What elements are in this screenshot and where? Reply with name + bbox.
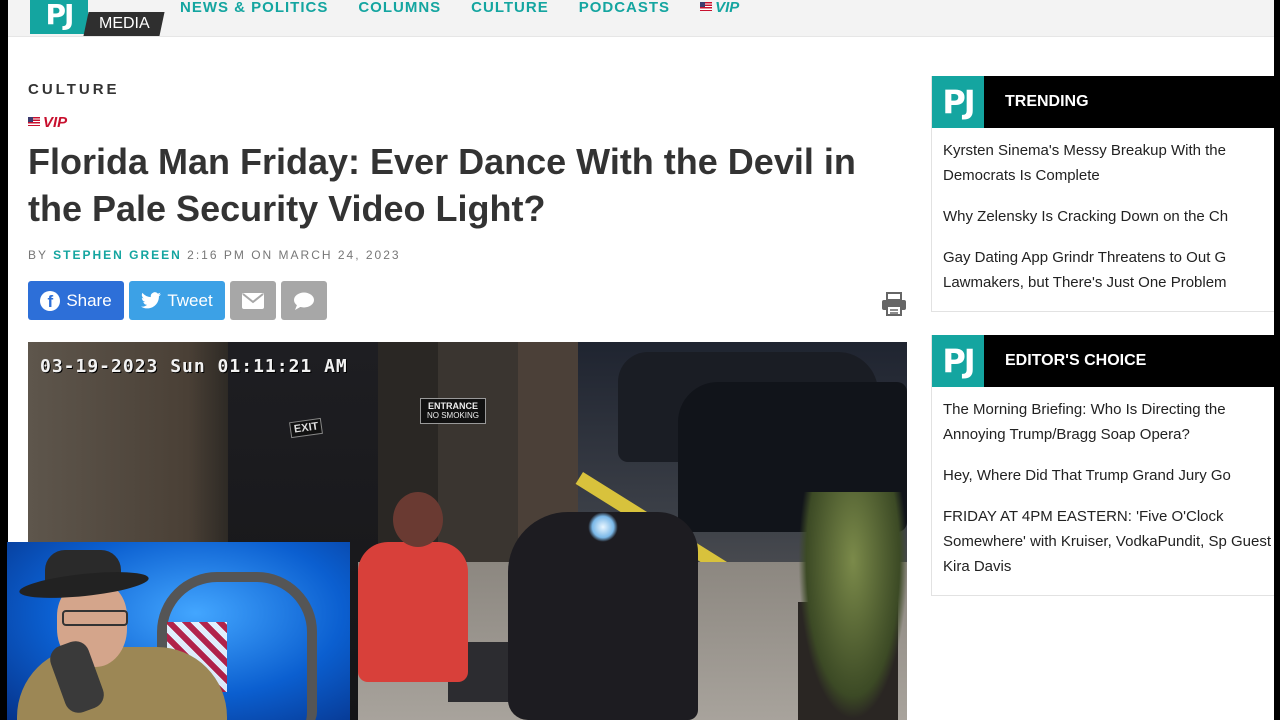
article-category[interactable]: CULTURE <box>28 81 120 98</box>
nav-item-podcasts[interactable]: PODCASTS <box>579 0 670 16</box>
trending-item[interactable]: Kyrsten Sinema's Messy Breakup With the … <box>943 138 1274 188</box>
nav-item-columns[interactable]: COLUMNS <box>358 0 441 16</box>
facebook-share-button[interactable]: f Share <box>28 281 124 320</box>
video-person-red <box>358 492 488 720</box>
editors-choice-header: PJ EDITOR'S CHOICE <box>932 335 1274 387</box>
flag-icon <box>28 117 40 126</box>
author-link[interactable]: STEPHEN GREEN <box>53 248 182 262</box>
editors-choice-item[interactable]: Hey, Where Did That Trump Grand Jury Go <box>943 463 1274 488</box>
video-timestamp: 03-19-2023 Sun 01:11:21 AM <box>40 356 348 377</box>
video-red-shirt <box>358 542 468 682</box>
video-light-flare <box>588 512 618 542</box>
byline: BY STEPHEN GREEN 2:16 PM ON MARCH 24, 20… <box>28 248 401 262</box>
trending-item[interactable]: Gay Dating App Grindr Threatens to Out G… <box>943 245 1274 295</box>
editors-choice-title: EDITOR'S CHOICE <box>1005 352 1147 369</box>
twitter-share-button[interactable]: Tweet <box>129 281 225 320</box>
publish-time: 2:16 PM ON MARCH 24, 2023 <box>187 248 401 262</box>
video-head <box>393 492 443 547</box>
editors-choice-list: The Morning Briefing: Who Is Directing t… <box>932 387 1274 595</box>
editors-choice-logo: PJ <box>932 335 984 387</box>
vip-badge-label: VIP <box>43 114 68 131</box>
email-share-button[interactable] <box>230 281 276 320</box>
comment-icon <box>294 292 314 310</box>
comment-button[interactable] <box>281 281 327 320</box>
video-person-dark <box>508 512 698 720</box>
trending-logo: PJ <box>932 76 984 128</box>
trending-title: TRENDING <box>1005 93 1089 110</box>
logo-pj: PJ <box>30 0 88 34</box>
editors-choice-item[interactable]: The Morning Briefing: Who Is Directing t… <box>943 397 1274 447</box>
trending-header: PJ TRENDING <box>932 76 1274 128</box>
article-headline: Florida Man Friday: Ever Dance With the … <box>28 141 856 229</box>
email-icon <box>242 292 264 309</box>
nav-item-culture[interactable]: CULTURE <box>471 0 549 16</box>
twitter-icon <box>141 292 162 309</box>
no-smoking-text: NO SMOKING <box>426 411 479 420</box>
byline-by: BY <box>28 248 48 262</box>
editors-choice-item[interactable]: FRIDAY AT 4PM EASTERN: 'Five O'Clock Som… <box>943 504 1274 579</box>
print-icon[interactable] <box>881 291 907 317</box>
main-nav: NEWS & POLITICS COLUMNS CULTURE PODCASTS… <box>180 0 739 16</box>
video-plant <box>798 492 907 720</box>
logo-media-text: MEDIA <box>98 15 150 32</box>
nav-vip-label: VIP <box>715 0 740 16</box>
webcam-glasses <box>62 610 128 626</box>
twitter-share-label: Tweet <box>167 290 213 310</box>
share-bar: f Share Tweet <box>28 281 327 320</box>
vip-badge[interactable]: VIP <box>28 114 67 131</box>
nav-item-vip[interactable]: VIP <box>700 0 739 16</box>
entrance-sign: ENTRANCE NO SMOKING <box>420 398 486 424</box>
entrance-sign-title: ENTRANCE <box>427 401 478 411</box>
webcam-overlay <box>7 542 350 720</box>
flag-icon <box>700 2 713 11</box>
trending-widget: PJ TRENDING Kyrsten Sinema's Messy Break… <box>931 76 1274 312</box>
nav-item-news-politics[interactable]: NEWS & POLITICS <box>180 0 328 16</box>
trending-item[interactable]: Why Zelensky Is Cracking Down on the Ch <box>943 204 1274 229</box>
top-nav-bar: PJ MEDIA NEWS & POLITICS COLUMNS CULTURE… <box>8 0 1274 37</box>
facebook-icon: f <box>40 290 61 311</box>
facebook-share-label: Share <box>66 290 112 310</box>
webcam-person-body <box>17 647 227 720</box>
logo-media: MEDIA <box>83 12 165 36</box>
editors-choice-widget: PJ EDITOR'S CHOICE The Morning Briefing:… <box>931 335 1274 596</box>
site-logo[interactable]: PJ MEDIA <box>30 0 165 40</box>
trending-list: Kyrsten Sinema's Messy Breakup With the … <box>932 128 1274 311</box>
